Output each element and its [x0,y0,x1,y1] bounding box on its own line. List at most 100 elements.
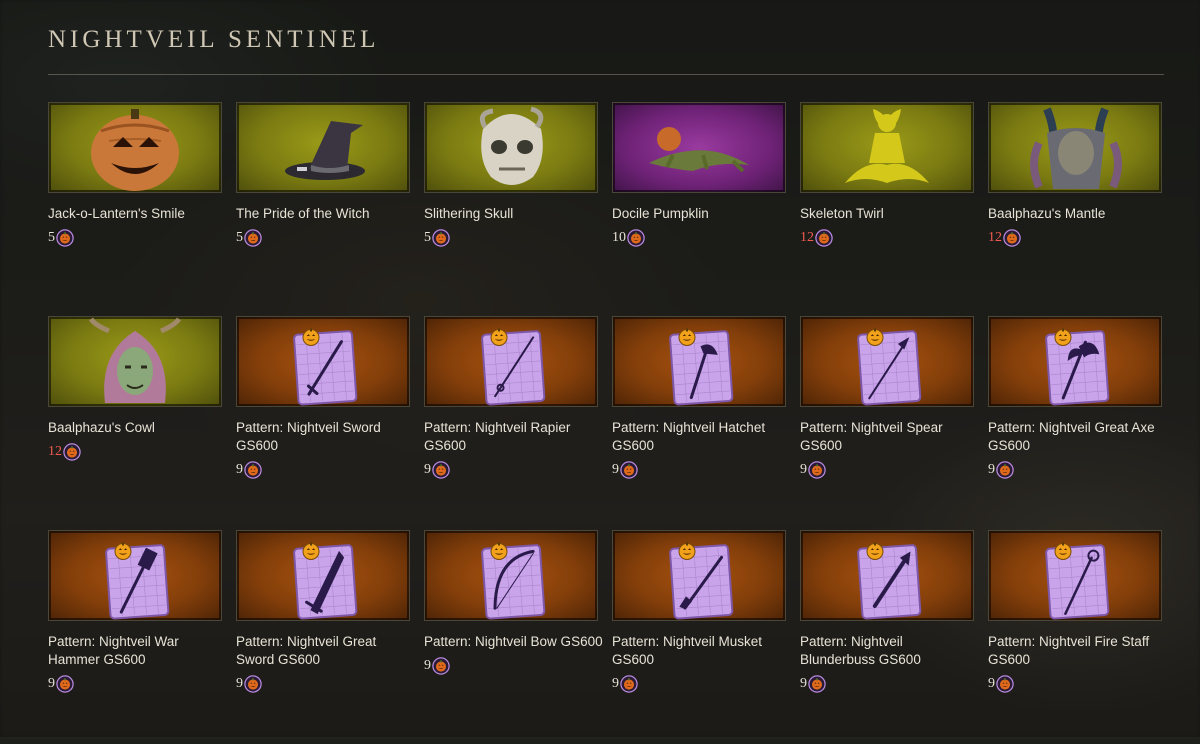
pattern-great-axe-icon [989,317,1161,406]
price-value: 9 [612,462,619,477]
price-value: 9 [424,462,431,477]
pumpkin-head-icon [49,103,221,192]
item-name: Jack-o-Lantern's Smile [48,206,185,221]
item-thumbnail[interactable] [236,530,410,621]
item-price: 10 [612,229,786,247]
store-item-card[interactable]: Pattern: Nightveil Sword GS600 9 [236,316,410,530]
item-price: 12 [48,443,222,461]
item-price: 9 [988,675,1162,693]
store-item-card[interactable]: Baalphazu's Cowl 12 [48,316,222,530]
price-value: 5 [48,230,55,245]
item-price: 5 [48,229,222,247]
store-item-card[interactable]: Pattern: Nightveil Great Sword GS600 9 [236,530,410,744]
store-item-card[interactable]: Pattern: Nightveil Blunderbuss GS600 9 [800,530,974,744]
item-thumbnail[interactable] [236,102,410,193]
pattern-bow-icon [425,531,597,620]
price-value: 12 [988,230,1002,245]
store-item-card[interactable]: Baalphazu's Mantle 12 [988,102,1162,316]
store-item-card[interactable]: Jack-o-Lantern's Smile 5 [48,102,222,316]
item-thumbnail[interactable] [424,316,598,407]
pattern-spear-icon [801,317,973,406]
item-name: Baalphazu's Mantle [988,206,1106,221]
pattern-sword-icon [237,317,409,406]
store-item-card[interactable]: Pattern: Nightveil Bow GS600 9 [424,530,603,744]
pumpkin-coin-icon [63,443,81,461]
store-item-card[interactable]: The Pride of the Witch 5 [236,102,410,316]
item-price: 9 [800,675,974,693]
event-pumpkin-badge-icon [301,327,321,347]
item-thumbnail[interactable] [236,316,410,407]
item-thumbnail[interactable] [612,530,786,621]
item-price: 12 [988,229,1162,247]
store-item-card[interactable]: Pattern: Nightveil Fire Staff GS600 9 [988,530,1162,744]
store-item-card[interactable]: Pattern: Nightveil Rapier GS600 9 [424,316,598,530]
armor-chest-icon [989,103,1161,192]
lizard-pet-icon [613,103,785,192]
item-name: Pattern: Nightveil Spear GS600 [800,420,943,453]
item-thumbnail[interactable] [424,530,598,621]
horned-hood-icon [49,317,221,406]
price-value: 9 [800,462,807,477]
pumpkin-coin-icon [432,657,450,675]
item-price: 9 [236,675,410,693]
item-name: Pattern: Nightveil Rapier GS600 [424,420,571,453]
item-name: Skeleton Twirl [800,206,884,221]
store-item-card[interactable]: Slithering Skull 5 [424,102,598,316]
event-pumpkin-badge-icon [113,541,133,561]
item-thumbnail[interactable] [48,102,222,193]
price-value: 9 [48,676,55,691]
item-price: 12 [800,229,974,247]
item-price: 9 [988,461,1162,479]
store-item-grid: Jack-o-Lantern's Smile 5 The Pride of the… [48,102,1162,744]
price-value: 9 [988,462,995,477]
pumpkin-coin-icon [808,461,826,479]
item-price: 5 [424,229,598,247]
item-thumbnail[interactable] [48,316,222,407]
event-pumpkin-badge-icon [677,541,697,561]
item-thumbnail[interactable] [988,102,1162,193]
store-item-card[interactable]: Pattern: Nightveil Spear GS600 9 [800,316,974,530]
pumpkin-coin-icon [620,675,638,693]
store-item-card[interactable]: Pattern: Nightveil War Hammer GS600 9 [48,530,222,744]
pumpkin-coin-icon [620,461,638,479]
pattern-fire-staff-icon [989,531,1161,620]
item-price: 9 [612,675,786,693]
item-thumbnail[interactable] [424,102,598,193]
pumpkin-coin-icon [627,229,645,247]
item-thumbnail[interactable] [988,530,1162,621]
item-price: 5 [236,229,410,247]
store-item-card[interactable]: Docile Pumpklin 10 [612,102,786,316]
price-value: 5 [424,230,431,245]
price-value: 12 [48,444,62,459]
item-thumbnail[interactable] [800,102,974,193]
price-value: 9 [988,676,995,691]
pumpkin-coin-icon [815,229,833,247]
item-thumbnail[interactable] [48,530,222,621]
event-pumpkin-badge-icon [489,541,509,561]
item-thumbnail[interactable] [800,530,974,621]
item-price: 9 [612,461,786,479]
pattern-great-sword-icon [237,531,409,620]
item-thumbnail[interactable] [988,316,1162,407]
item-name: The Pride of the Witch [236,206,370,221]
store-item-card[interactable]: Pattern: Nightveil Musket GS600 9 [612,530,786,744]
item-thumbnail[interactable] [800,316,974,407]
pumpkin-coin-icon [996,675,1014,693]
item-price: 9 [800,461,974,479]
price-value: 12 [800,230,814,245]
pumpkin-coin-icon [56,675,74,693]
item-thumbnail[interactable] [612,102,786,193]
event-pumpkin-badge-icon [489,327,509,347]
pumpkin-coin-icon [244,461,262,479]
pattern-blunderbuss-icon [801,531,973,620]
item-thumbnail[interactable] [612,316,786,407]
event-pumpkin-badge-icon [865,541,885,561]
store-item-card[interactable]: Pattern: Nightveil Hatchet GS600 9 [612,316,786,530]
item-name: Pattern: Nightveil Blunderbuss GS600 [800,634,921,667]
witch-hat-icon [237,103,409,192]
store-item-card[interactable]: Skeleton Twirl 12 [800,102,974,316]
store-item-card[interactable]: Pattern: Nightveil Great Axe GS600 9 [988,316,1162,530]
event-pumpkin-badge-icon [865,327,885,347]
item-name: Pattern: Nightveil Bow GS600 [424,634,603,649]
price-value: 9 [424,658,431,673]
